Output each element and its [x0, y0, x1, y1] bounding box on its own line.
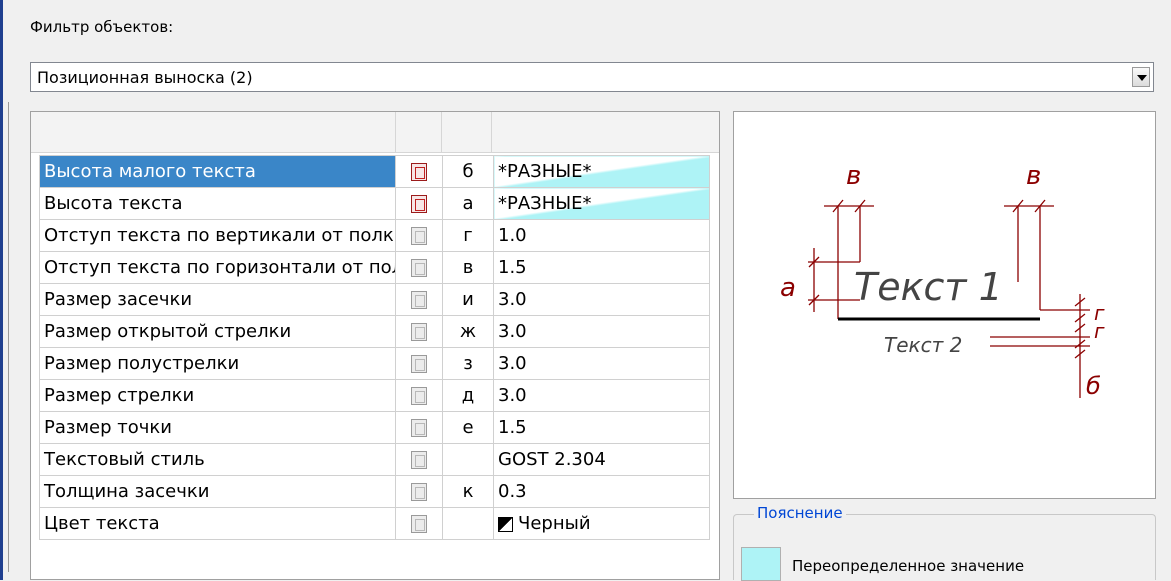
preview-panel: в в а г г б Текст 1 Текст 2	[733, 111, 1156, 499]
grid-header-divider	[491, 112, 492, 152]
reset-to-default-icon[interactable]	[411, 227, 427, 245]
properties-table: Высота малого текста б *РАЗНЫЕ* Высота т…	[39, 155, 710, 540]
property-letter: б	[442, 155, 494, 188]
property-value[interactable]: 3.0	[493, 379, 710, 412]
table-row[interactable]: Высота малого текста б *РАЗНЫЕ*	[39, 155, 710, 188]
reset-to-default-icon[interactable]	[411, 451, 427, 469]
property-value[interactable]: 0.3	[493, 475, 710, 508]
table-row[interactable]: Размер засечки и 3.0	[39, 283, 710, 316]
properties-grid: Высота малого текста б *РАЗНЫЕ* Высота т…	[30, 111, 720, 580]
property-value[interactable]: 1.5	[493, 411, 710, 444]
property-value[interactable]: GOST 2.304	[493, 443, 710, 476]
explanation-group: Пояснение Переопределенное значение	[733, 504, 1156, 581]
table-row[interactable]: Отступ текста по вертикали от полки г 1.…	[39, 219, 710, 252]
dim-label-b: б	[1086, 372, 1101, 400]
table-row[interactable]: Размер точки е 1.5	[39, 411, 710, 444]
property-value[interactable]: *РАЗНЫЕ*	[493, 187, 710, 220]
dim-label-v-left: в	[846, 161, 861, 191]
property-letter: а	[442, 187, 494, 220]
property-name[interactable]: Высота текста	[39, 187, 396, 220]
grid-header	[31, 112, 719, 153]
reset-to-default-icon[interactable]	[411, 355, 427, 373]
preview-text-2: Текст 2	[884, 333, 962, 357]
dropdown-arrow-icon[interactable]	[1132, 67, 1150, 87]
property-name[interactable]: Размер засечки	[39, 283, 396, 316]
window-left-border	[0, 0, 3, 580]
property-name[interactable]: Размер полустрелки	[39, 347, 396, 380]
property-value[interactable]: 3.0	[493, 315, 710, 348]
property-value[interactable]: 1.0	[493, 219, 710, 252]
table-row[interactable]: Размер полустрелки з 3.0	[39, 347, 710, 380]
dim-label-v-right: в	[1026, 161, 1041, 191]
reset-to-default-icon[interactable]	[411, 323, 427, 341]
override-legend-label: Переопределенное значение	[792, 557, 1025, 575]
object-filter-dropdown[interactable]: Позиционная выноска (2)	[30, 62, 1154, 92]
reset-to-default-icon[interactable]	[411, 419, 427, 437]
property-letter: ж	[442, 315, 494, 348]
property-name[interactable]: Толщина засечки	[39, 475, 396, 508]
property-name[interactable]: Цвет текста	[39, 507, 396, 540]
grid-header-divider	[395, 112, 396, 152]
explanation-title: Пояснение	[754, 504, 846, 522]
object-filter-value: Позиционная выноска (2)	[37, 68, 253, 87]
property-name[interactable]: Отступ текста по вертикали от полки	[39, 219, 396, 252]
table-row[interactable]: Высота текста а *РАЗНЫЕ*	[39, 187, 710, 220]
property-letter: к	[442, 475, 494, 508]
table-row[interactable]: Текстовый стиль GOST 2.304	[39, 443, 710, 476]
property-letter	[442, 507, 494, 540]
reset-to-default-icon[interactable]	[411, 163, 427, 181]
property-letter: д	[442, 379, 494, 412]
dim-label-g2: г	[1094, 319, 1105, 343]
property-letter: з	[442, 347, 494, 380]
reset-to-default-icon[interactable]	[411, 259, 427, 277]
reset-to-default-icon[interactable]	[411, 483, 427, 501]
preview-text-1: Текст 1	[854, 265, 1003, 309]
property-letter: и	[442, 283, 494, 316]
table-row[interactable]: Размер открытой стрелки ж 3.0	[39, 315, 710, 348]
property-name[interactable]: Размер открытой стрелки	[39, 315, 396, 348]
property-value[interactable]: 3.0	[493, 283, 710, 316]
dim-label-a: а	[780, 273, 796, 303]
reset-to-default-icon[interactable]	[411, 387, 427, 405]
property-value[interactable]: *РАЗНЫЕ*	[493, 155, 710, 188]
property-name[interactable]: Размер точки	[39, 411, 396, 444]
property-value: Черный	[518, 513, 591, 534]
property-letter	[442, 443, 494, 476]
filter-label: Фильтр объектов:	[30, 18, 174, 36]
property-letter: е	[442, 411, 494, 444]
property-name[interactable]: Текстовый стиль	[39, 443, 396, 476]
property-value[interactable]: 3.0	[493, 347, 710, 380]
reset-to-default-icon[interactable]	[411, 195, 427, 213]
property-name[interactable]: Отступ текста по горизонтали от полки	[39, 251, 396, 284]
table-row[interactable]: Толщина засечки к 0.3	[39, 475, 710, 508]
table-row[interactable]: Отступ текста по горизонтали от полки в …	[39, 251, 710, 284]
table-row[interactable]: Цвет текста Черный	[39, 507, 710, 540]
reset-to-default-icon[interactable]	[411, 515, 427, 533]
table-row[interactable]: Размер стрелки д 3.0	[39, 379, 710, 412]
black-color-swatch-icon	[498, 516, 513, 532]
property-name[interactable]: Размер стрелки	[39, 379, 396, 412]
grid-header-divider	[441, 112, 442, 152]
property-value[interactable]: 1.5	[493, 251, 710, 284]
leader-preview-diagram: в в а г г б Текст 1 Текст 2	[780, 161, 1105, 400]
override-color-swatch	[741, 547, 781, 581]
property-letter: в	[442, 251, 494, 284]
reset-to-default-icon[interactable]	[411, 291, 427, 309]
splitter-line	[8, 102, 9, 572]
property-name[interactable]: Высота малого текста	[39, 155, 396, 188]
property-letter: г	[442, 219, 494, 252]
